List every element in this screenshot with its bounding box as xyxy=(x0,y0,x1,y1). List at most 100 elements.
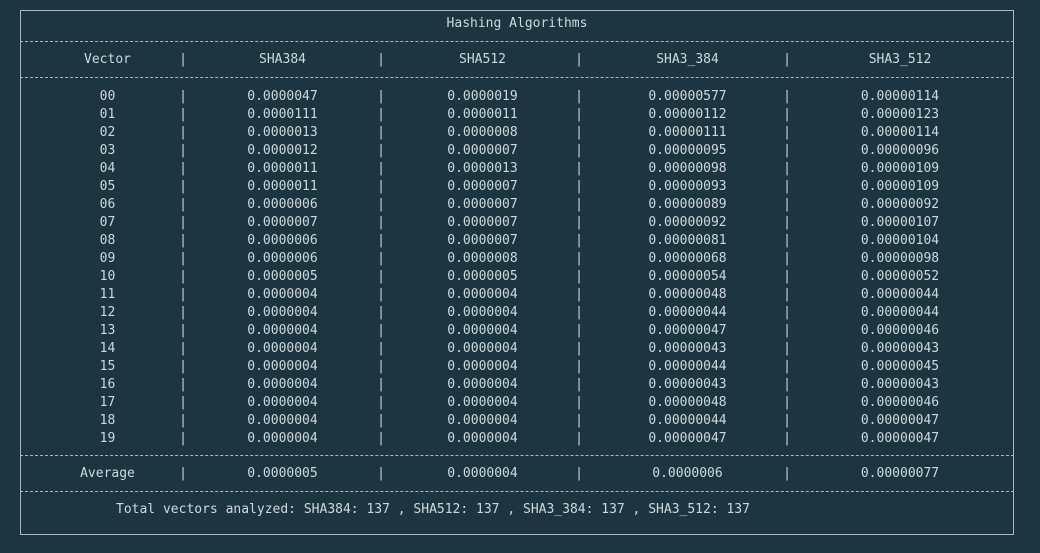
row-pipe-2: | xyxy=(377,377,385,392)
cell-sha384: 0.0000004 xyxy=(247,341,318,356)
cell-sha3-512: 0.00000092 xyxy=(860,197,940,212)
row-pipe-2: | xyxy=(377,251,385,266)
row-pipe-3: | xyxy=(575,269,583,284)
header-sha384: SHA384 xyxy=(259,52,306,67)
row-pipe-4: | xyxy=(783,125,791,140)
cell-vector: 02 xyxy=(99,125,116,140)
row-pipe-2: | xyxy=(377,359,385,374)
cell-sha3-384: 0.00000081 xyxy=(648,233,727,248)
average-label: Average xyxy=(80,466,135,481)
header-sha512: SHA512 xyxy=(459,52,506,67)
cell-sha384: 0.0000004 xyxy=(247,305,318,320)
row-pipe-4: | xyxy=(783,251,791,266)
row-pipe-4: | xyxy=(783,143,791,158)
row-pipe-1: | xyxy=(179,89,187,104)
cell-sha384: 0.0000004 xyxy=(247,287,318,302)
left-border xyxy=(20,10,21,535)
cell-sha512: 0.0000007 xyxy=(447,215,518,230)
row-pipe-3: | xyxy=(575,161,583,176)
cell-sha384: 0.0000004 xyxy=(247,359,318,374)
row-pipe-4: | xyxy=(783,413,791,428)
cell-vector: 08 xyxy=(99,233,116,248)
cell-sha512: 0.0000004 xyxy=(447,287,518,302)
row-pipe-4: | xyxy=(783,107,791,122)
cell-sha3-512: 0.00000043 xyxy=(860,377,940,392)
row-pipe-1: | xyxy=(179,305,187,320)
cell-vector: 15 xyxy=(99,359,116,374)
row-pipe-1: | xyxy=(179,125,187,140)
cell-vector: 10 xyxy=(99,269,116,284)
cell-sha3-512: 0.00000046 xyxy=(860,395,940,410)
row-pipe-4: | xyxy=(783,233,791,248)
top-border xyxy=(20,10,1014,11)
row-pipe-1: | xyxy=(179,377,187,392)
cell-sha384: 0.0000005 xyxy=(247,269,318,284)
cell-sha512: 0.0000004 xyxy=(447,377,518,392)
row-pipe-4: | xyxy=(783,197,791,212)
cell-sha512: 0.0000005 xyxy=(447,269,518,284)
row-pipe-2: | xyxy=(377,215,385,230)
cell-vector: 00 xyxy=(99,89,116,104)
cell-sha3-384: 0.00000047 xyxy=(648,323,727,338)
row-pipe-1: | xyxy=(179,359,187,374)
bottom-border xyxy=(20,534,1014,535)
row-pipe-4: | xyxy=(783,287,791,302)
row-pipe-4: | xyxy=(783,161,791,176)
cell-sha384: 0.0000047 xyxy=(247,89,318,104)
row-pipe-1: | xyxy=(179,413,187,428)
cell-sha3-384: 0.00000044 xyxy=(648,359,727,374)
average-pipe-2: | xyxy=(377,466,385,481)
row-pipe-2: | xyxy=(377,395,385,410)
cell-sha3-512: 0.00000047 xyxy=(860,413,940,428)
cell-vector: 16 xyxy=(99,377,116,392)
header-vector: Vector xyxy=(84,52,131,67)
cell-vector: 01 xyxy=(99,107,116,122)
cell-sha512: 0.0000004 xyxy=(447,431,518,446)
cell-sha3-384: 0.00000044 xyxy=(648,413,727,428)
row-pipe-2: | xyxy=(377,413,385,428)
body-separator xyxy=(20,455,1014,456)
cell-sha3-512: 0.00000109 xyxy=(860,179,940,194)
cell-vector: 11 xyxy=(99,287,116,302)
cell-sha3-384: 0.00000054 xyxy=(648,269,727,284)
average-sha512: 0.0000004 xyxy=(447,466,518,481)
row-pipe-4: | xyxy=(783,269,791,284)
cell-sha3-384: 0.00000048 xyxy=(648,395,727,410)
row-pipe-1: | xyxy=(179,233,187,248)
cell-sha3-384: 0.00000044 xyxy=(648,305,727,320)
cell-sha512: 0.0000007 xyxy=(447,233,518,248)
cell-sha3-512: 0.00000052 xyxy=(860,269,940,284)
cell-sha384: 0.0000004 xyxy=(247,413,318,428)
row-pipe-2: | xyxy=(377,431,385,446)
row-pipe-3: | xyxy=(575,89,583,104)
row-pipe-4: | xyxy=(783,323,791,338)
row-pipe-3: | xyxy=(575,413,583,428)
cell-sha3-512: 0.00000046 xyxy=(860,323,940,338)
row-pipe-2: | xyxy=(377,143,385,158)
cell-sha512: 0.0000007 xyxy=(447,179,518,194)
cell-sha512: 0.0000011 xyxy=(447,107,518,122)
cell-sha3-384: 0.00000577 xyxy=(648,89,727,104)
row-pipe-3: | xyxy=(575,323,583,338)
table-title: Hashing Algorithms xyxy=(446,16,588,31)
cell-sha384: 0.0000012 xyxy=(247,143,318,158)
cell-vector: 19 xyxy=(99,431,116,446)
cell-sha3-384: 0.00000068 xyxy=(648,251,727,266)
cell-sha3-512: 0.00000098 xyxy=(860,251,940,266)
cell-sha3-384: 0.00000047 xyxy=(648,431,727,446)
row-pipe-2: | xyxy=(377,107,385,122)
cell-sha3-512: 0.00000045 xyxy=(860,359,940,374)
cell-vector: 17 xyxy=(99,395,116,410)
cell-sha3-384: 0.00000043 xyxy=(648,341,727,356)
cell-vector: 14 xyxy=(99,341,116,356)
cell-sha512: 0.0000004 xyxy=(447,359,518,374)
row-pipe-1: | xyxy=(179,179,187,194)
cell-sha3-512: 0.00000044 xyxy=(860,287,940,302)
cell-vector: 06 xyxy=(99,197,116,212)
row-pipe-1: | xyxy=(179,395,187,410)
cell-sha384: 0.0000006 xyxy=(247,251,318,266)
cell-vector: 09 xyxy=(99,251,116,266)
row-pipe-1: | xyxy=(179,431,187,446)
row-pipe-2: | xyxy=(377,197,385,212)
cell-sha3-384: 0.00000095 xyxy=(648,143,727,158)
